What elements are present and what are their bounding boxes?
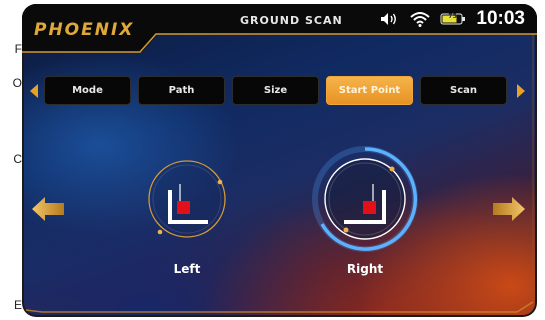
start-point-right-option[interactable]: Right [310, 144, 420, 276]
page-edge-fragment: E [13, 298, 22, 312]
tab-mode[interactable]: Mode [44, 76, 131, 105]
brand-logo: PHOENIX [34, 20, 135, 40]
start-point-left-option[interactable]: Left [132, 144, 242, 276]
arrow-right-icon[interactable] [491, 196, 525, 226]
screen-title: GROUND SCAN [240, 14, 343, 27]
tab-start-point[interactable]: Start Point [326, 76, 413, 105]
battery-label: 75 [448, 13, 457, 20]
tab-prev-arrow-icon[interactable] [30, 84, 38, 98]
right-corner-icon [312, 146, 418, 252]
arrow-left-icon[interactable] [32, 196, 66, 226]
page-edge-fragment: C [13, 152, 22, 166]
tab-path[interactable]: Path [138, 76, 225, 105]
left-corner-icon [148, 160, 226, 238]
speaker-icon [380, 11, 400, 27]
wifi-icon [410, 11, 431, 27]
device-screen: PHOENIX GROUND SCAN 75 10:03 Mode Path S… [22, 4, 537, 317]
battery-icon: 75 [440, 12, 466, 26]
status-bar: 75 10:03 [380, 8, 525, 30]
option-label-right: Right [346, 262, 384, 276]
option-label-left: Left [173, 262, 201, 276]
tab-bar: Mode Path Size Start Point Scan [22, 76, 537, 108]
tab-next-arrow-icon[interactable] [517, 84, 525, 98]
page-edge-fragment: O [12, 76, 22, 90]
header-bar: PHOENIX GROUND SCAN 75 10:03 [22, 4, 537, 56]
tab-size[interactable]: Size [232, 76, 319, 105]
tab-scan[interactable]: Scan [420, 76, 507, 105]
clock: 10:03 [476, 8, 525, 29]
page-edge-fragment: F [14, 42, 22, 56]
